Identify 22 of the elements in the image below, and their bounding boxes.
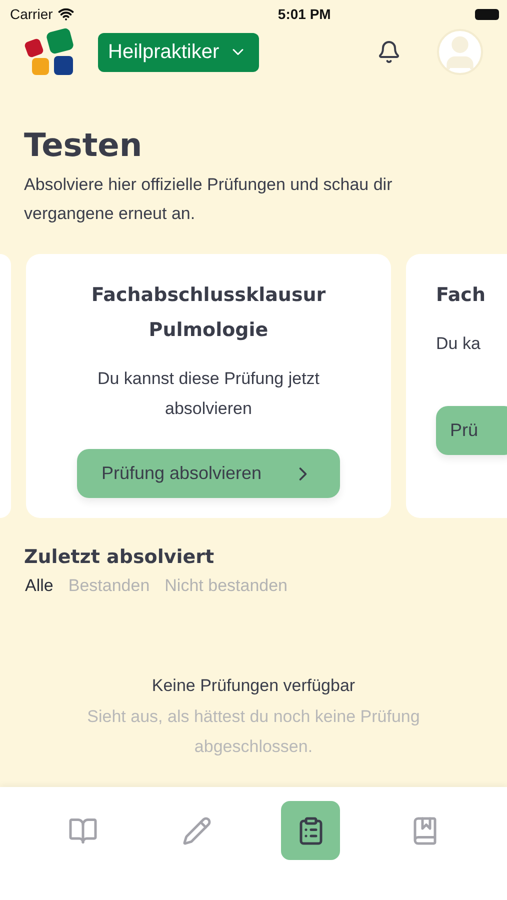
course-dropdown[interactable]: Heilpraktiker: [98, 32, 260, 72]
tab-bar-item[interactable]: [281, 801, 340, 860]
carrier-label: Carrier: [10, 6, 53, 22]
clock: 5:01 PM: [278, 6, 331, 22]
battery-icon: [474, 8, 499, 20]
exam-title: Fachabschlussklausur Pulmologie: [90, 283, 327, 343]
wifi-icon: [58, 6, 74, 22]
bell-icon[interactable]: [377, 40, 401, 64]
start-exam-button[interactable]: Prü: [436, 406, 507, 455]
exam-description: Du kannst diese Prüfung jetzt absolvieren: [96, 368, 321, 420]
empty-message: Sieht aus, als hättest du noch keine Prüfung abgeschlossen.: [86, 706, 421, 758]
filter-tab[interactable]: Alle: [25, 576, 54, 596]
empty-title: Keine Prüfungen verfügbar: [152, 676, 356, 696]
book-icon: [68, 816, 98, 846]
exam-description: Du ka: [436, 333, 480, 355]
page-title: Testen: [24, 126, 144, 164]
section-title: Zuletzt absolviert: [24, 546, 216, 568]
exam-title: Fach: [436, 283, 486, 308]
start-exam-button[interactable]: Prüfung absolvieren: [77, 449, 340, 498]
page-subtitle: Absolviere hier offizielle Prüfungen und schau dir vergangene erneut an.: [24, 174, 394, 225]
pencil-icon: [182, 816, 212, 846]
logo-icon: [24, 28, 76, 76]
